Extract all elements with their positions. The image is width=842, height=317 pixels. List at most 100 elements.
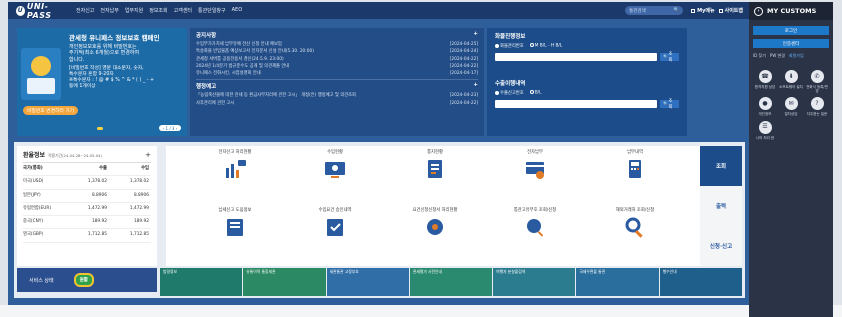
nav-customer-center[interactable]: 고객센터 [174, 7, 192, 14]
notice-more-icon[interactable]: + [473, 31, 478, 39]
next-icon[interactable]: › [176, 126, 178, 131]
service-status: 서비스 상태 원활 [17, 268, 157, 292]
notice-item[interactable]: 특송화물 반입물품 예상보고서 전자문서 신설 안내(5.30. 20:00)[… [196, 48, 478, 55]
procedure-consult-item[interactable]: ✉ 절차상담 [779, 97, 803, 116]
my-status-item[interactable]: ☰ 나의 처리 현 [753, 120, 777, 140]
quick-edec-status[interactable]: 전자신고 처리현황 [190, 150, 280, 180]
payment-icon [523, 158, 547, 180]
exchange-row: 중국(CNY) 189.92 189.92 [23, 216, 151, 230]
banner-indicator[interactable] [97, 127, 103, 130]
search-input[interactable]: 통관검색 🔍 [625, 6, 684, 15]
quick-tax-help[interactable]: 납세신고 도움정보 [190, 208, 280, 238]
tab-apply[interactable]: 신청·신고 [700, 226, 742, 266]
nav-info-lookup[interactable]: 정보조회 [149, 7, 167, 14]
notice-item[interactable]: 유니패스 전화시킨, 시업설명회 안내 [2024-04-17] [196, 70, 478, 77]
exchange-more-icon[interactable]: + [145, 151, 151, 159]
quick-import-status[interactable]: 수입현황 [290, 150, 380, 180]
my-menu-link[interactable]: My메뉴 [691, 7, 715, 14]
magnifier-icon [623, 216, 647, 238]
cargo-search-button[interactable]: 🔍 조회 [660, 52, 679, 63]
bar-chart-icon [223, 158, 247, 180]
tile-customs-code[interactable]: 세관통관 고정부호 [326, 268, 409, 296]
quick-customs-code[interactable]: 통관고유부호 조회/신청 [490, 208, 580, 238]
exchange-row: 유럽연합(EUR) 1,472.99 1,472.99 [23, 203, 151, 217]
exchange-period: 적용기간(24.04.28~24.05.04) [48, 153, 103, 158]
tab-print[interactable]: 출력 [700, 186, 742, 226]
headset-icon: ☎ [758, 70, 772, 83]
search-icon[interactable]: 🔍 [674, 8, 680, 13]
logo-mark-icon: U [16, 5, 25, 16]
tile-valuation[interactable]: 관세평가 사전안내 [409, 268, 493, 296]
find-id-link[interactable]: ID 찾기 [753, 53, 766, 59]
nav-aeo[interactable]: AEO [232, 7, 243, 14]
exchange-row: 미국(USD) 1,378.02 1,378.02 [23, 176, 151, 190]
service-status-label: 서비스 상태 [29, 277, 54, 284]
remote-support-item[interactable]: ☎ 원격지원 상담 [753, 70, 777, 93]
nav-e-declaration[interactable]: 전자신고 [76, 7, 94, 14]
prev-icon[interactable]: ‹ [163, 126, 165, 131]
signup-link[interactable]: 회원가입 [789, 53, 804, 59]
privacy-campaign-banner[interactable]: 관세청 유니패스 정보보호 캠페인 개인정보보호를 위해 비밀번호는 주기적(최… [17, 28, 187, 136]
monitor-user-icon [323, 158, 347, 180]
quick-epayment[interactable]: 전자납부 [490, 150, 580, 180]
notice-item[interactable]: 수입부가가치세 납부유예 전산 신청 안내 예보업 [2024-04-25] [196, 41, 478, 48]
chevron-right-icon[interactable]: › [754, 6, 763, 16]
tab-lookup[interactable]: 조회 [700, 146, 742, 186]
notice-item[interactable]: 2024년 1/4분기 법규준수도 공개 및 의견제출 안내 [2024-04-2… [196, 63, 478, 70]
faq-item[interactable]: ? 자주묻는 질문 [805, 97, 829, 116]
software-install-item[interactable]: ⬇ 소프트웨어 설치 [779, 70, 803, 93]
campaign-illustration [21, 48, 61, 100]
tile-guide[interactable]: 행수안내 [659, 268, 742, 296]
banner-rule: 등에 1개이상 [69, 83, 96, 89]
cargo-number-input[interactable] [495, 53, 658, 61]
book-icon [223, 216, 247, 238]
unipass-logo[interactable]: U UNI-PASS [8, 2, 68, 20]
globe-search-icon [523, 216, 547, 238]
my-customs-header: › MY CUSTOMS [749, 2, 833, 20]
radio-export-bl[interactable]: B/L [529, 90, 542, 96]
notice-item[interactable]: 관세청 서버통 공용전용서 경신(24.5.9. 23:00) [2024-04-… [196, 56, 478, 63]
admin-notice-more-icon[interactable]: + [473, 82, 478, 90]
nav-e-payment[interactable]: 전자납부 [100, 7, 118, 14]
tile-postal[interactable]: 국제우편물 통관 [576, 268, 659, 296]
export-title: 수출이행내역 [495, 81, 526, 87]
cargo-title: 화물진행정보 [495, 34, 526, 40]
exchange-title: 환율정보 [23, 152, 46, 159]
tile-distribution[interactable]: 유통이력 통합세관 [243, 268, 326, 296]
quick-payment-history[interactable]: 납부내역 [590, 150, 680, 180]
phone-register-item[interactable]: ✆ 전화식 등록/변경 [805, 70, 829, 93]
export-search-button[interactable]: 🔍 조회 [660, 99, 679, 110]
cargo-tracking-panel: 화물진행정보 화물관리번호 M B/L - H B/L 🔍 조회 수출이행내역 수… [487, 28, 687, 136]
notice-title: 공지사항 [196, 33, 217, 39]
quick-import-approval[interactable]: 수입요건 승인내역 [290, 208, 380, 238]
service-status-badge: 원활 [73, 273, 94, 287]
radio-cargo-number[interactable]: 화물관리번호 [495, 43, 524, 49]
radio-bl[interactable]: M B/L - H B/L [529, 43, 562, 49]
tile-law-info[interactable]: 법령정보 [160, 268, 243, 296]
admin-notice-item[interactable]: 「농림축산물에 대한 관세 등 환급사무처리에 관한 고시」 개정(안) 행정예… [196, 92, 478, 99]
tile-lost-items[interactable]: 여행자 분실물검색 [493, 268, 576, 296]
login-button[interactable]: 로그인 [753, 26, 829, 35]
personal-info-item[interactable]: ● 개인정보 [753, 97, 777, 116]
sitemap-link[interactable]: 사이트맵 [718, 7, 743, 14]
export-number-input[interactable] [495, 100, 658, 108]
quick-overseas-partner[interactable]: 해외거래처 조회/신청 [590, 208, 680, 238]
change-password-button[interactable]: 비밀번호 변경하러 가기 [23, 106, 79, 115]
nav-single-window[interactable]: 통관단일창구 [198, 7, 226, 14]
exchange-rate-panel: 환율정보 적용기간(24.04.28~24.05.04) + 국가(통화) 수출 수입… [17, 146, 157, 266]
quick-requirement-status[interactable]: 요건신청신청서 처리현황 [390, 208, 480, 238]
quick-notice-status[interactable]: 통지현황 [390, 150, 480, 180]
nav-business-support[interactable]: 업무지원 [125, 7, 143, 14]
cert-center-button[interactable]: 인증센터 [753, 39, 829, 48]
approval-icon [323, 216, 347, 238]
banner-line: 합니다. [69, 56, 85, 63]
menu-icon [691, 8, 696, 13]
notice-panel: 공지사항 + 수입부가가치세 납부유예 전산 신청 안내 예보업 [2024-04-… [190, 28, 484, 136]
admin-notice-item[interactable]: 사후관리에 관한 고시 [2024-04-22] [196, 100, 478, 107]
exchange-row: 일본(JPY) 8.8906 8.8906 [23, 190, 151, 203]
change-pw-link[interactable]: PW 변경 [770, 53, 785, 59]
banner-title: 관세청 유니패스 정보보호 캠페인 [69, 34, 160, 42]
radio-export-number[interactable]: 수출신고번호 [495, 90, 524, 96]
sitemap-icon [718, 8, 723, 13]
divider [196, 79, 478, 81]
